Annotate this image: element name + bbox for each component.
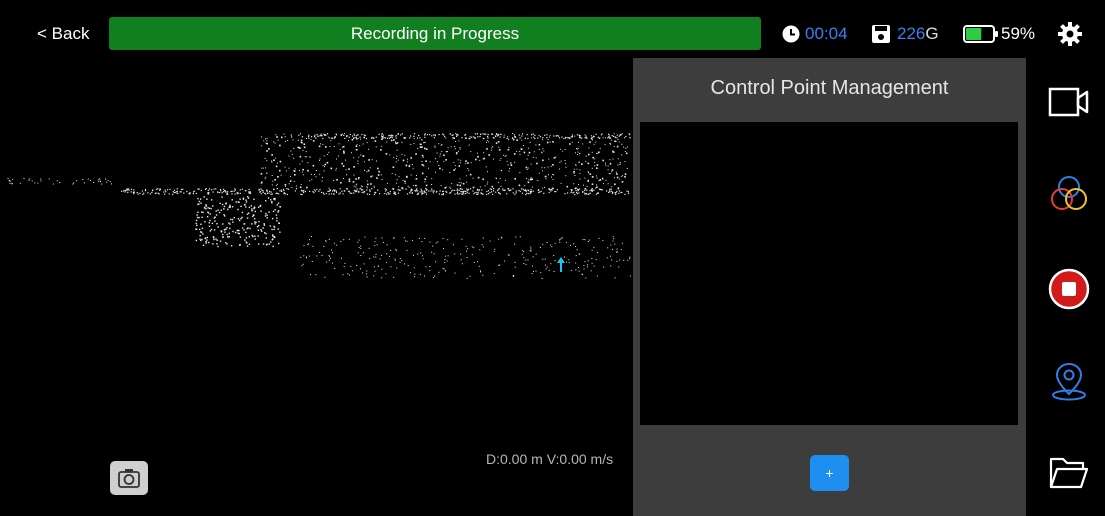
control-point-list[interactable]: [640, 122, 1018, 425]
clock-icon: [782, 21, 800, 47]
position-marker-icon: [557, 257, 565, 272]
back-button[interactable]: < Back: [37, 24, 89, 44]
storage-remaining: 226 G: [897, 21, 939, 47]
color-circles-icon[interactable]: [1048, 174, 1090, 216]
location-pin-icon[interactable]: [1048, 360, 1090, 402]
point-cloud-view[interactable]: [0, 58, 640, 418]
panel-title: Control Point Management: [710, 77, 949, 99]
storage-unit: G: [925, 24, 939, 43]
control-point-panel: Control Point Management +: [633, 58, 1026, 516]
add-control-point-button[interactable]: +: [810, 455, 849, 491]
distance-velocity-readout: D:0.00 m V:0.00 m/s: [486, 451, 614, 467]
video-camera-icon[interactable]: [1048, 86, 1090, 118]
recording-status-text: Recording in Progress: [350, 23, 520, 43]
camera-icon: [118, 469, 140, 488]
snapshot-camera-button[interactable]: [110, 461, 148, 495]
folder-icon[interactable]: [1048, 453, 1090, 493]
storage-icon: [871, 21, 891, 47]
settings-gear-icon[interactable]: [1057, 21, 1083, 52]
recording-status-banner: Recording in Progress: [109, 17, 761, 50]
storage-value: 226: [897, 24, 926, 43]
elapsed-time: 00:04: [805, 24, 848, 43]
stop-record-icon[interactable]: [1048, 268, 1090, 310]
battery-percent: 59%: [1001, 24, 1036, 43]
battery-icon: [963, 21, 999, 47]
